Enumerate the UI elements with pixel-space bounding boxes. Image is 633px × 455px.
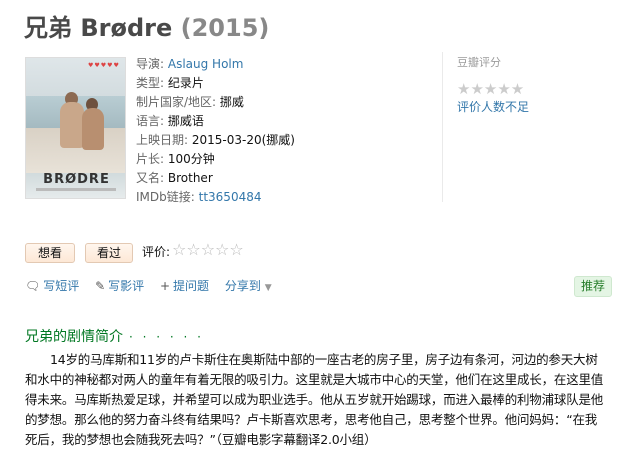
want-to-watch-button[interactable]: 想看 bbox=[25, 243, 75, 263]
genre-value: 纪录片 bbox=[167, 76, 204, 90]
poster-credits-line bbox=[36, 188, 116, 191]
rate-stars-input[interactable]: ☆☆☆☆☆ bbox=[172, 240, 244, 259]
info-director: 导演: Aslaug Holm bbox=[136, 57, 244, 71]
imdb-link[interactable]: tt3650484 bbox=[199, 190, 262, 204]
poster-figure-body bbox=[82, 108, 104, 150]
release-value: 2015-03-20(挪威) bbox=[191, 133, 295, 147]
plus-icon: + bbox=[159, 279, 171, 293]
action-bar: 🗨 写短评 ✎ 写影评 + 提问题 分享到 ▼ bbox=[25, 277, 284, 294]
chevron-down-icon: ▼ bbox=[264, 283, 272, 293]
info-language: 语言: 挪威语 bbox=[136, 114, 204, 128]
poster-hearts: ♥♥♥♥♥ bbox=[88, 62, 120, 69]
rate-label: 评价: bbox=[142, 245, 171, 259]
rating-stars: ★★★★★ bbox=[457, 80, 525, 98]
comment-icon: 🗨 bbox=[25, 279, 41, 293]
page-title: 兄弟 Brødre (2015) bbox=[24, 8, 269, 43]
info-genre: 类型: 纪录片 bbox=[136, 76, 204, 90]
director-link[interactable]: Aslaug Holm bbox=[168, 57, 244, 71]
language-value: 挪威语 bbox=[167, 114, 204, 128]
country-value: 挪威 bbox=[219, 95, 244, 109]
ask-question[interactable]: + 提问题 bbox=[160, 279, 209, 293]
few-ratings-link[interactable]: 评价人数不足 bbox=[457, 98, 582, 115]
write-review[interactable]: ✎ 写影评 bbox=[95, 279, 144, 293]
synopsis: 14岁的马库斯和11岁的卢卡斯住在奥斯陆中部的一座古老的房子里，房子边有条河，河… bbox=[25, 350, 609, 450]
rating-label: 豆瓣评分 bbox=[457, 56, 501, 69]
write-short-review[interactable]: 🗨 写短评 bbox=[25, 279, 79, 293]
info-country: 制片国家/地区: 挪威 bbox=[136, 95, 244, 109]
movie-year: (2015) bbox=[180, 14, 270, 42]
synopsis-heading: 兄弟的剧情简介 · · · · · · bbox=[25, 329, 204, 345]
heading-dots: · · · · · · bbox=[129, 330, 204, 344]
aka-value: Brother bbox=[167, 171, 213, 185]
info-imdb: IMDb链接: tt3650484 bbox=[136, 190, 262, 204]
info-release: 上映日期: 2015-03-20(挪威) bbox=[136, 133, 295, 147]
runtime-value: 100分钟 bbox=[167, 152, 215, 166]
recommend-button[interactable]: 推荐 bbox=[574, 276, 612, 297]
share-dropdown[interactable]: 分享到 ▼ bbox=[225, 279, 272, 293]
movie-name: 兄弟 Brødre bbox=[24, 14, 173, 42]
poster-title: BRØDRE bbox=[43, 172, 110, 187]
poster-figure-body bbox=[60, 102, 84, 148]
rating-panel: 豆瓣评分 ★★★★★ 评价人数不足 bbox=[442, 52, 582, 202]
watched-button[interactable]: 看过 bbox=[85, 243, 133, 263]
pencil-icon: ✎ bbox=[95, 279, 106, 293]
info-runtime: 片长: 100分钟 bbox=[136, 152, 215, 166]
movie-info: 导演: Aslaug Holm 类型: 纪录片 制片国家/地区: 挪威 语言: … bbox=[136, 55, 295, 207]
info-aka: 又名: Brother bbox=[136, 171, 213, 185]
movie-poster[interactable]: ♥♥♥♥♥ BRØDRE bbox=[25, 57, 126, 199]
synopsis-text: 14岁的马库斯和11岁的卢卡斯住在奥斯陆中部的一座古老的房子里，房子边有条河，河… bbox=[25, 352, 604, 447]
